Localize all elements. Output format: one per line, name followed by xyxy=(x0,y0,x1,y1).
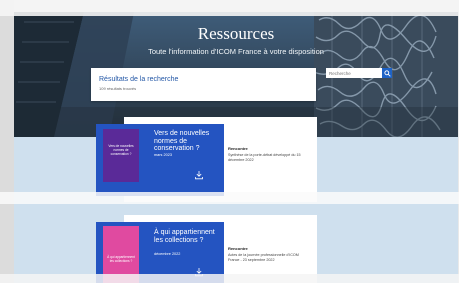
search-results-header: Résultats de la recherche 109 résultats … xyxy=(91,68,316,101)
search-button[interactable] xyxy=(382,68,392,78)
resource-title[interactable]: À qui appartiennent les collections ? xyxy=(154,229,216,244)
resource-title[interactable]: Vers de nouvelles normes de conservation… xyxy=(154,130,216,153)
resource-description: Actes de la journée professionnelle d'IC… xyxy=(228,253,299,262)
results-count: 109 résultats trouvés xyxy=(99,86,137,91)
resource-type: Rencontre xyxy=(228,246,248,251)
results-title: Résultats de la recherche xyxy=(99,76,179,83)
resource-cover[interactable]: Vers de nouvelles normes de conservation… xyxy=(103,129,139,182)
page: Ressources Toute l'information d'ICOM Fr… xyxy=(14,12,458,283)
download-icon[interactable] xyxy=(194,170,204,180)
resource-date: mars 2023 xyxy=(154,153,172,157)
glare-band xyxy=(0,0,459,16)
page-subtitle: Toute l'information d'ICOM France à votr… xyxy=(148,47,324,56)
cover-title: Vers de nouvelles normes de conservation… xyxy=(108,144,134,156)
resource-type: Rencontre xyxy=(228,146,248,151)
cover-title: À qui appartiennent les collections ? xyxy=(107,255,135,263)
search-input[interactable] xyxy=(326,68,382,78)
glare-band xyxy=(0,274,459,283)
search-icon xyxy=(383,69,391,77)
resource-description: Synthèse de la porte-débat développé du … xyxy=(228,153,301,162)
page-title: Ressources xyxy=(197,24,275,43)
glare-band xyxy=(0,192,459,204)
screen-edge-left xyxy=(0,0,14,283)
resource-date: décembre 2022 xyxy=(154,252,181,256)
